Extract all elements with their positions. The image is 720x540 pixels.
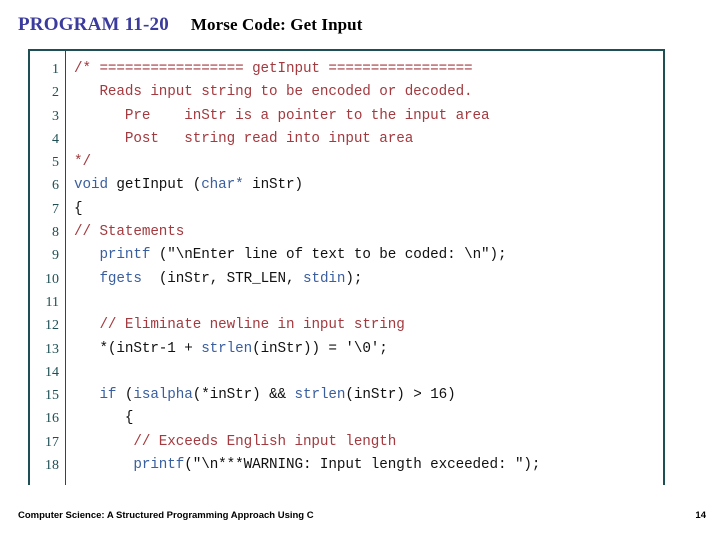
line-number: 5 [52, 155, 59, 171]
code-token-cmt: // Statements [74, 224, 185, 241]
program-number-label: PROGRAM 11-20 [18, 14, 169, 35]
line-number: 17 [45, 434, 59, 450]
code-token-plain: ("\n***WARNING: Input length exceeded: "… [184, 457, 541, 474]
code-token-kw: strlen [201, 340, 253, 357]
code-line: if (isalpha(*inStr) && strlen(inStr) > 1… [74, 384, 663, 407]
code-token-plain: (inStr, STR_LEN, [141, 270, 303, 287]
code-line: *(inStr-1 + strlen(inStr)) = '\0'; [74, 338, 663, 361]
page-title: Morse Code: Get Input [190, 15, 363, 34]
code-line: /* ================= getInput ==========… [74, 58, 663, 81]
slide-header: PROGRAM 11-20 Morse Code: Get Input [18, 14, 363, 36]
code-token-kw: if [99, 387, 117, 404]
line-number: 16 [45, 411, 59, 427]
code-token-plain: { [74, 200, 83, 217]
line-number: 7 [52, 201, 59, 217]
code-token-kw: stdin [302, 270, 346, 287]
code-token-kw: printf [133, 457, 185, 474]
line-number: 10 [45, 271, 59, 287]
code-table: 1 2 3 4 5 6 7 8 9 10 11 12 13 14 15 16 17 18 /* =========… [30, 51, 663, 485]
code-line: { [74, 198, 663, 221]
line-number-gutter: 1 2 3 4 5 6 7 8 9 10 11 12 13 14 15 16 17 18 [30, 51, 66, 485]
code-token-plain: inStr) [243, 177, 303, 194]
code-token-plain: { [74, 410, 134, 427]
code-token-cmt: // Eliminate newline in input string [99, 317, 405, 334]
code-line: // Exceeds English input length [74, 431, 663, 454]
code-token-cmt: /* ================= getInput ==========… [74, 61, 473, 77]
code-token-cmt: */ [74, 154, 91, 171]
code-token-plain: *(inStr-1 + [74, 340, 202, 357]
line-number: 2 [52, 85, 59, 101]
code-token-plain: ); [345, 270, 363, 287]
code-listing-box: 1 2 3 4 5 6 7 8 9 10 11 12 13 14 15 16 17 18 /* =========… [28, 49, 665, 485]
code-token-plain: (*inStr) && [192, 387, 295, 404]
code-line: Reads input string to be encoded or deco… [74, 81, 663, 104]
code-token-kw: strlen [294, 387, 346, 404]
code-line: { [74, 407, 663, 430]
line-number: 18 [45, 458, 59, 474]
code-line: printf ("\nEnter line of text to be code… [74, 244, 663, 267]
code-line: void getInput (char* inStr) [74, 174, 663, 197]
code-token-plain: ("\nEnter line of text to be coded: \n")… [150, 247, 507, 264]
code-token-kw: printf [99, 247, 151, 264]
code-line: printf("\n***WARNING: Input length excee… [74, 454, 663, 477]
footer-page-number: 14 [695, 510, 706, 521]
line-number: 3 [52, 108, 59, 124]
code-token-kw: isalpha [133, 387, 193, 404]
line-number: 4 [52, 131, 59, 147]
line-number: 6 [52, 178, 59, 194]
code-content-area: /* ================= getInput ==========… [66, 51, 663, 485]
code-token-cmt: Pre inStr is a pointer to the input area [74, 107, 490, 124]
code-token-cmt: // Exceeds English input length [133, 433, 397, 450]
footer-book-title: Computer Science: A Structured Programmi… [18, 510, 314, 521]
code-line: // Eliminate newline in input string [74, 314, 663, 337]
line-number: 15 [45, 388, 59, 404]
line-number: 14 [45, 364, 59, 380]
line-number: 8 [52, 225, 59, 241]
code-token-plain: (inStr) > 16) [345, 387, 456, 404]
code-line: fgets (inStr, STR_LEN, stdin); [74, 268, 663, 291]
code-token-plain: ( [116, 387, 134, 404]
code-token-kw: fgets [99, 270, 142, 287]
code-line: Pre inStr is a pointer to the input area [74, 105, 663, 128]
code-line: // Statements [74, 221, 663, 244]
code-token-kw: void [74, 177, 108, 194]
code-token-kw: char* [201, 177, 244, 194]
line-number: 1 [52, 62, 59, 77]
line-number: 13 [45, 341, 59, 357]
code-token-cmt: Reads input string to be encoded or deco… [74, 84, 473, 101]
code-line: Post string read into input area [74, 128, 663, 151]
code-token-cmt: Post string read into input area [74, 130, 414, 147]
line-number: 9 [52, 248, 59, 264]
code-token-plain: (inStr)) = '\0'; [252, 340, 388, 357]
line-number: 12 [45, 318, 59, 334]
code-token-plain: getInput ( [107, 177, 202, 194]
code-line: */ [74, 151, 663, 174]
line-number: 11 [45, 294, 59, 310]
